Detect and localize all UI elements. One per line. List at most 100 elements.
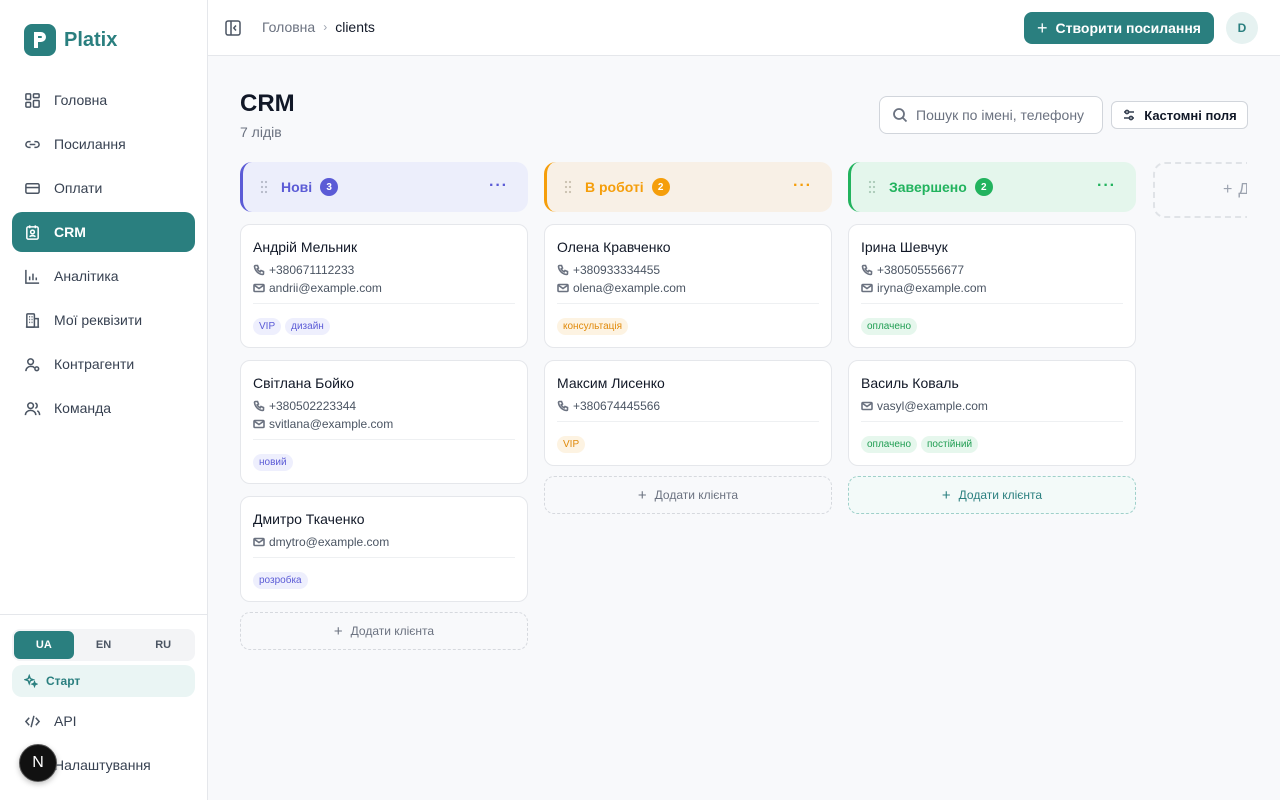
email-text: svitlana@example.com [269,417,394,431]
sidebar-item-label: CRM [54,224,86,240]
lead-card[interactable]: Світлана Бойко +380502223344 svitlana@ex… [240,360,528,484]
add-client-button[interactable]: + Додати клієнта [240,612,528,650]
lead-phone: +380502223344 [253,397,515,415]
board-scroll-edge [1247,150,1280,230]
tag: дизайн [285,318,330,335]
more-icon[interactable]: ··· [489,177,508,195]
drag-handle-icon[interactable] [259,180,269,194]
sidebar-item-links[interactable]: Посилання [12,124,195,164]
avatar[interactable]: D [1226,12,1258,44]
column-header[interactable]: Нові 3 ··· [240,162,528,212]
search-field[interactable] [879,96,1103,134]
tag-list: новий [253,440,515,483]
sidebar-item-crm[interactable]: CRM [12,212,195,252]
lead-card[interactable]: Ірина Шевчук +380505556677 iryna@example… [848,224,1136,348]
add-client-label: Додати клієнта [958,488,1043,502]
sidebar-item-label: Головна [54,92,108,108]
user-gear-icon [25,357,40,371]
grid-icon [25,92,40,108]
lead-card[interactable]: Василь Коваль vasyl@example.com оплачено… [848,360,1136,466]
mail-icon [861,401,873,411]
phone-text: +380933334455 [573,263,661,277]
column-header[interactable]: Завершено 2 ··· [848,162,1136,212]
lead-email: andrii@example.com [253,279,515,297]
sidebar-item-payments[interactable]: Оплати [12,168,195,208]
mail-icon [557,283,569,293]
lead-card[interactable]: Максим Лисенко +380674445566 VIP [544,360,832,466]
search-input[interactable] [916,107,1102,123]
lead-phone: +380505556677 [861,261,1123,279]
column-in-progress: В роботі 2 ··· Олена Кравченко +38093333… [544,162,832,514]
mail-icon [253,537,265,547]
add-client-button[interactable]: + Додати клієнта [544,476,832,514]
tag-list: VIP [557,422,819,465]
sidebar-item-team[interactable]: Команда [12,388,195,428]
start-button[interactable]: Старт [12,665,195,697]
sidebar-item-analytics[interactable]: Аналітика [12,256,195,296]
phone-icon [557,400,569,412]
plus-icon: + [941,486,951,504]
tag: новий [253,454,293,471]
top-bar: Головна › clients + Створити посилання D [208,0,1280,56]
lead-card[interactable]: Андрій Мельник +380671112233 andrii@exam… [240,224,528,348]
column-done: Завершено 2 ··· Ірина Шевчук +3805055566… [848,162,1136,514]
lead-card[interactable]: Олена Кравченко +380933334455 olena@exam… [544,224,832,348]
custom-fields-label: Кастомні поля [1144,107,1237,123]
more-icon[interactable]: ··· [793,177,812,195]
sidebar-nav: Головна Посилання Оплати CRM Аналітика М… [12,80,195,432]
tag: розробка [253,572,308,589]
sidebar-item-home[interactable]: Головна [12,80,195,120]
mail-icon [253,419,265,429]
custom-fields-button[interactable]: Кастомні поля [1111,101,1248,129]
language-ua[interactable]: UA [14,631,74,659]
column-count-badge: 2 [974,178,993,196]
sidebar-item-label: Контрагенти [54,356,135,372]
drag-handle-icon[interactable] [867,180,877,194]
tag: консультація [557,318,629,335]
sidebar-footer: UA EN RU Старт API Налаштування [0,614,207,773]
sliders-icon [1124,109,1135,121]
sidebar-item-counterparties[interactable]: Контрагенти [12,344,195,384]
email-text: dmytro@example.com [269,535,390,549]
drag-handle-icon[interactable] [563,180,573,194]
phone-text: +380674445566 [573,399,661,413]
sidebar-item-label: Посилання [54,136,126,152]
lead-name: Світлана Бойко [253,375,354,391]
create-link-button[interactable]: + Створити посилання [1024,12,1214,44]
tag: VIP [557,436,586,453]
phone-text: +380671112233 [269,263,355,277]
email-text: vasyl@example.com [877,399,988,413]
column-count-badge: 2 [651,178,670,196]
sidebar-item-label: Аналітика [54,268,119,284]
tag-list: оплачено постійний [861,422,1123,465]
plus-icon: + [637,486,647,504]
lead-email: iryna@example.com [861,279,1123,297]
more-icon[interactable]: ··· [1097,177,1116,195]
breadcrumb: Головна › clients [262,19,375,35]
lead-name: Олена Кравченко [557,239,671,255]
add-client-label: Додати клієнта [350,624,435,638]
lead-name: Дмитро Ткаченко [253,511,365,527]
tag: оплачено [861,436,918,453]
language-en[interactable]: EN [74,631,134,659]
add-client-button[interactable]: + Додати клієнта [848,476,1136,514]
phone-icon [557,264,569,276]
email-text: iryna@example.com [877,281,987,295]
lead-phone: +380674445566 [557,397,819,415]
app-name: Platix [64,28,118,51]
breadcrumb-home[interactable]: Головна [262,19,315,35]
sidebar-toggle-icon[interactable] [224,19,242,37]
lead-card[interactable]: Дмитро Ткаченко dmytro@example.com розро… [240,496,528,602]
lead-phone: +380933334455 [557,261,819,279]
logo[interactable]: Platix [24,24,117,56]
language-ru[interactable]: RU [133,631,193,659]
column-title: Нові [281,179,313,195]
sidebar-item-label: Команда [54,400,112,416]
sidebar-item-api[interactable]: API [12,701,195,741]
sidebar-item-requisites[interactable]: Мої реквізити [12,300,195,340]
plus-icon: + [1037,17,1048,38]
column-header[interactable]: В роботі 2 ··· [544,162,832,212]
create-link-label: Створити посилання [1055,20,1201,36]
dev-tools-badge[interactable]: N [19,744,57,782]
language-switcher: UA EN RU [12,629,195,661]
